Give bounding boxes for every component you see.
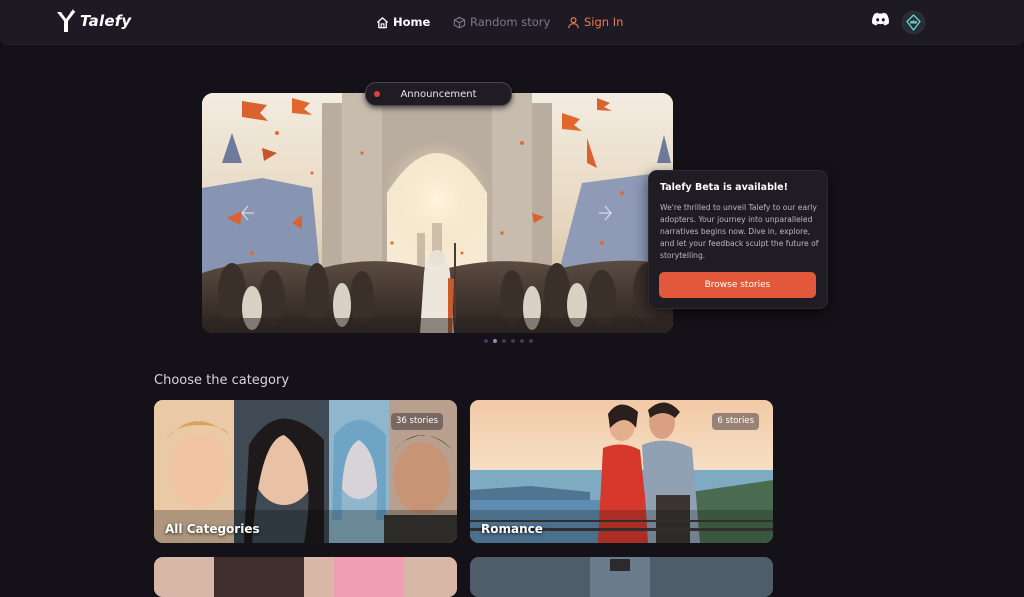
carousel-pagination: [484, 339, 533, 344]
discord-icon[interactable]: [871, 12, 890, 27]
category-tile-all[interactable]: 36 stories All Categories: [154, 400, 457, 543]
home-icon: [376, 16, 389, 28]
story-count-badge: 6 stories: [712, 413, 759, 430]
announcement-card: Talefy Beta is available! We're thrilled…: [648, 170, 828, 309]
carousel-dot[interactable]: [511, 339, 515, 343]
category-section-title: Choose the category: [154, 373, 290, 388]
carousel-dot[interactable]: [502, 339, 506, 343]
hero-illustration: [202, 93, 673, 333]
top-navigation-bar: Talefy Home Random story Sign In: [0, 0, 1024, 44]
announcement-badge: Announcement: [365, 82, 512, 106]
talefy-logo[interactable]: Talefy: [54, 8, 131, 34]
hero-carousel-image[interactable]: [202, 93, 673, 333]
carousel-dot[interactable]: [520, 339, 524, 343]
cube-icon: [453, 16, 466, 28]
category-name: All Categories: [165, 522, 260, 536]
carousel-dot-active[interactable]: [493, 339, 497, 343]
category-image-partial: [470, 557, 773, 597]
announcement-title: Talefy Beta is available!: [660, 182, 788, 193]
nav-home-label: Home: [393, 15, 431, 29]
story-count-badge: 36 stories: [391, 413, 443, 430]
logo-icon: [57, 9, 76, 32]
nav-random-label: Random story: [470, 15, 551, 29]
announcement-label: Announcement: [400, 88, 477, 100]
sign-in-label: Sign In: [584, 15, 624, 29]
category-tile-partial[interactable]: [470, 557, 773, 597]
category-name: Romance: [481, 522, 543, 536]
logo-wordmark: Talefy: [80, 12, 132, 30]
nav-home[interactable]: Home: [376, 0, 430, 44]
category-image-partial: [154, 557, 457, 597]
announcement-text: We're thrilled to unveil Talefy to our e…: [660, 203, 819, 260]
carousel-dot[interactable]: [484, 339, 488, 343]
category-tile-partial[interactable]: [154, 557, 457, 597]
sign-in-link[interactable]: Sign In: [567, 0, 623, 44]
live-dot-icon: [374, 91, 380, 97]
browse-stories-button[interactable]: Browse stories: [659, 272, 816, 298]
premium-crown-button[interactable]: [902, 11, 925, 34]
nav-random-story[interactable]: Random story: [453, 0, 550, 44]
crown-icon: [906, 14, 921, 31]
category-tile-romance[interactable]: 6 stories Romance: [470, 400, 773, 543]
user-icon: [568, 16, 579, 28]
carousel-dot[interactable]: [529, 339, 533, 343]
